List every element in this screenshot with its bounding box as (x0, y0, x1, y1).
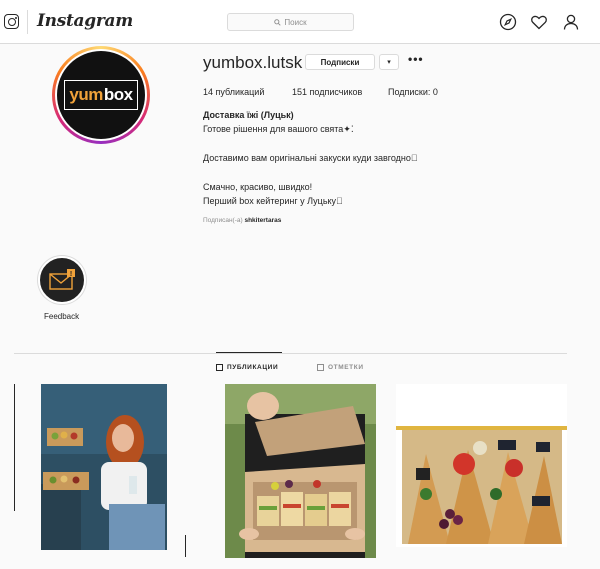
followed-by-text: Подписан(-а) shkitertaras (203, 217, 281, 224)
heart-icon[interactable] (530, 13, 548, 31)
logo-yum-text: yum (69, 85, 103, 104)
suggestions-dropdown-button[interactable]: ▾ (379, 54, 399, 70)
followed-user-link[interactable]: shkitertaras (244, 217, 281, 224)
search-input[interactable]: Поиск (227, 13, 354, 31)
divider (14, 384, 15, 511)
following-count[interactable]: Подписки: 0 (388, 87, 438, 97)
tab-posts[interactable]: ПУБЛИКАЦИИ (216, 364, 278, 371)
bio-line: Доставимо вам оригінальні закуски куди з… (203, 153, 418, 163)
top-navigation-bar: Instagram Поиск (0, 0, 600, 44)
post-thumbnail[interactable] (396, 384, 567, 547)
logo-box-text: box (103, 85, 133, 104)
bio-line: Смачно, красиво, швидко! (203, 182, 313, 192)
bio-line: Перший box кейтеринг у Луцьку⃞ (203, 196, 343, 206)
highlight-feedback[interactable]: ! (38, 256, 86, 304)
tab-tagged-label: ОТМЕТКИ (328, 364, 364, 371)
tabs-divider (14, 353, 567, 354)
bio-line: Готове рішення для вашого свята✦⁚ (203, 124, 354, 134)
active-tab-indicator (216, 352, 282, 353)
post-thumbnail[interactable] (225, 384, 376, 558)
profile-icon[interactable] (562, 13, 580, 31)
divider (27, 10, 28, 34)
explore-compass-icon[interactable] (499, 13, 517, 31)
profile-username: yumbox.lutsk (203, 53, 303, 72)
yumbox-logo: yum box (64, 80, 138, 110)
tagged-icon (317, 364, 324, 371)
bio-name: Доставка їжі (Луцьк) (203, 110, 294, 120)
post-thumbnail[interactable] (41, 384, 167, 550)
search-icon (274, 18, 282, 26)
instagram-glyph-icon[interactable] (4, 14, 19, 29)
post-image-box-of-sandwiches (225, 384, 376, 558)
post-image-waffle-cones (396, 384, 567, 547)
tab-posts-label: ПУБЛИКАЦИИ (227, 364, 279, 371)
followed-prefix: Подписан(-а) (203, 217, 243, 224)
post-image-woman-with-box (41, 384, 167, 550)
search-placeholder: Поиск (284, 17, 307, 27)
posts-count: 14 публикаций (203, 87, 265, 97)
avatar: yum box (57, 51, 145, 139)
highlight-label: Feedback (44, 312, 80, 321)
profile-avatar-ring[interactable]: yum box (52, 46, 150, 144)
envelope-icon: ! (49, 269, 75, 290)
following-button[interactable]: Подписки (305, 54, 375, 70)
instagram-wordmark[interactable]: Instagram (37, 11, 133, 31)
grid-icon (216, 364, 223, 371)
followers-count[interactable]: 151 подписчиков (292, 87, 362, 97)
highlight-badge: ! (70, 271, 72, 278)
divider (185, 535, 186, 557)
more-options-icon[interactable]: ••• (408, 52, 424, 66)
tab-tagged[interactable]: ОТМЕТКИ (317, 364, 364, 371)
